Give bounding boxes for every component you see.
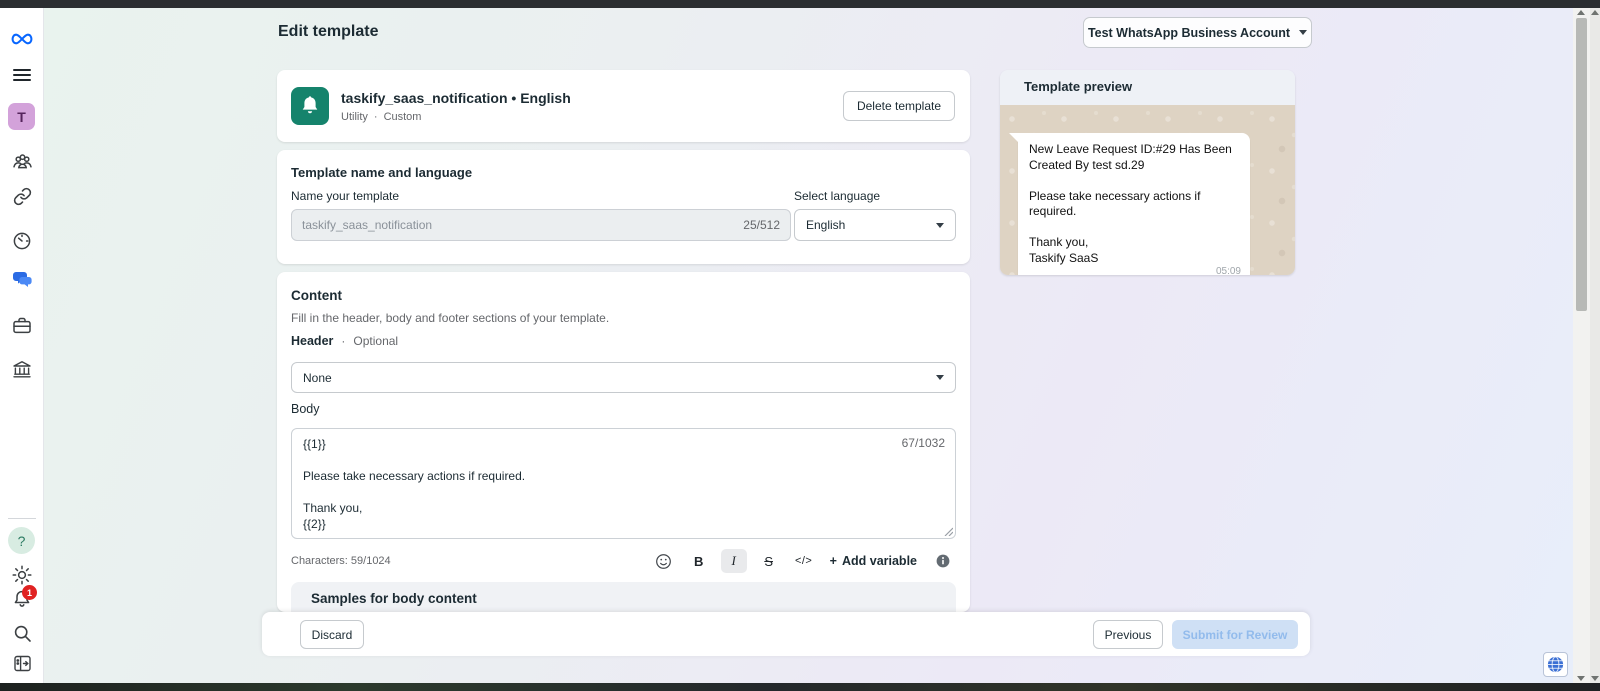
window-bottom-strip — [0, 683, 1600, 691]
help-question-icon: ? — [18, 533, 26, 549]
characters-count: Characters: 59/1024 — [291, 555, 391, 567]
template-type: Custom — [384, 111, 422, 123]
scroll-up-arrow-icon[interactable] — [1577, 10, 1585, 15]
avatar-letter: T — [17, 109, 26, 125]
footer-action-bar: Discard Previous Submit for Review — [262, 612, 1310, 656]
template-category: Utility — [341, 111, 368, 123]
italic-button[interactable]: I — [721, 549, 747, 573]
account-selector-label: Test WhatsApp Business Account — [1088, 26, 1290, 40]
code-button[interactable]: </> — [791, 549, 817, 573]
samples-section: Samples for body content — [291, 582, 956, 612]
business-avatar[interactable]: T — [8, 103, 35, 130]
whatsapp-chat-background: New Leave Request ID:#29 Has Been Create… — [1000, 105, 1295, 275]
outer-scrollbar[interactable] — [1590, 8, 1600, 683]
sidebar-divider — [8, 518, 36, 519]
emoji-smiley-icon[interactable] — [651, 549, 677, 573]
bank-commerce-icon[interactable] — [11, 358, 33, 380]
briefcase-icon[interactable] — [11, 314, 33, 336]
preview-title: Template preview — [1024, 79, 1132, 94]
window-top-strip — [0, 0, 1600, 8]
body-text-content: {{1}} Please take necessary actions if r… — [303, 436, 863, 532]
resize-handle[interactable] — [944, 527, 953, 536]
template-name-input[interactable] — [302, 218, 743, 232]
header-optional-label: Optional — [353, 334, 398, 348]
audiences-people-icon[interactable] — [11, 150, 33, 172]
content-card: Content Fill in the header, body and foo… — [277, 272, 970, 612]
notification-badge: 1 — [22, 585, 37, 600]
name-language-heading: Template name and language — [291, 165, 472, 180]
dot-separator: · — [341, 334, 345, 348]
name-language-card: Template name and language Name your tem… — [277, 150, 970, 264]
inbox-chat-icon[interactable] — [11, 269, 33, 291]
search-icon[interactable] — [11, 622, 33, 644]
meta-logo-icon[interactable] — [11, 28, 33, 50]
delete-template-button[interactable]: Delete template — [843, 91, 955, 121]
add-variable-label: Add variable — [842, 554, 917, 568]
message-text: New Leave Request ID:#29 Has Been Create… — [1029, 142, 1239, 266]
collapse-panel-icon[interactable] — [11, 652, 33, 674]
body-label: Body — [291, 402, 320, 416]
template-preview-panel: Template preview New Leave Request ID:#2… — [1000, 70, 1295, 275]
previous-button[interactable]: Previous — [1093, 620, 1163, 649]
language-select[interactable]: English — [794, 209, 956, 241]
message-timestamp: 05:09 — [1216, 266, 1241, 275]
strikethrough-button[interactable]: S — [756, 549, 782, 573]
outer-scroll-up-arrow-icon[interactable] — [1591, 10, 1599, 15]
menu-hamburger-icon[interactable] — [11, 64, 33, 86]
chevron-down-icon — [936, 375, 944, 380]
body-textarea[interactable]: {{1}} Please take necessary actions if r… — [291, 428, 956, 539]
discard-button[interactable]: Discard — [300, 620, 364, 649]
samples-heading: Samples for body content — [311, 591, 477, 606]
add-variable-button[interactable]: + Add variable — [826, 554, 921, 568]
language-label: Select language — [794, 189, 880, 203]
account-selector-dropdown[interactable]: Test WhatsApp Business Account — [1083, 17, 1312, 48]
scrollbar-thumb[interactable] — [1576, 18, 1587, 311]
header-label: Header — [291, 334, 333, 348]
format-toolbar: Characters: 59/1024 B I S </> + Add vari… — [291, 548, 956, 574]
plus-icon: + — [830, 554, 837, 568]
template-summary-card: taskify_saas_notification • English Util… — [277, 70, 970, 142]
scroll-down-arrow-icon[interactable] — [1577, 676, 1585, 681]
content-description: Fill in the header, body and footer sect… — [291, 311, 609, 325]
chevron-down-icon — [936, 223, 944, 228]
settings-gear-icon[interactable] — [11, 564, 33, 586]
help-button[interactable]: ? — [8, 527, 35, 554]
template-title: taskify_saas_notification • English — [341, 90, 571, 106]
name-label: Name your template — [291, 189, 399, 203]
header-type-select[interactable]: None — [291, 362, 956, 393]
time-meter-icon[interactable] — [11, 230, 33, 252]
template-name-field[interactable]: 25/512 — [291, 209, 791, 241]
language-select-value: English — [806, 218, 845, 232]
chevron-down-icon — [1299, 30, 1307, 35]
link-icon[interactable] — [11, 185, 33, 207]
dot-separator: · — [374, 111, 378, 123]
left-sidebar: T ? 1 — [0, 8, 44, 683]
header-type-value: None — [303, 371, 332, 385]
body-char-counter: 67/1032 — [902, 436, 945, 450]
app-window: T ? 1 Ed — [0, 0, 1600, 691]
bold-button[interactable]: B — [686, 549, 712, 573]
preview-header: Template preview — [1000, 70, 1295, 105]
info-icon[interactable] — [930, 549, 956, 573]
globe-language-icon[interactable] — [1543, 652, 1568, 677]
message-bubble: New Leave Request ID:#29 Has Been Create… — [1018, 133, 1250, 275]
outer-scroll-down-arrow-icon[interactable] — [1591, 676, 1599, 681]
header-label-row: Header · Optional — [291, 334, 398, 348]
page-title: Edit template — [278, 23, 378, 41]
template-subtitle: Utility · Custom — [341, 111, 421, 123]
badge-count: 1 — [27, 588, 32, 598]
name-char-counter: 25/512 — [743, 218, 780, 232]
submit-for-review-button[interactable]: Submit for Review — [1172, 620, 1298, 649]
template-bell-icon — [291, 87, 329, 125]
content-heading: Content — [291, 288, 342, 303]
